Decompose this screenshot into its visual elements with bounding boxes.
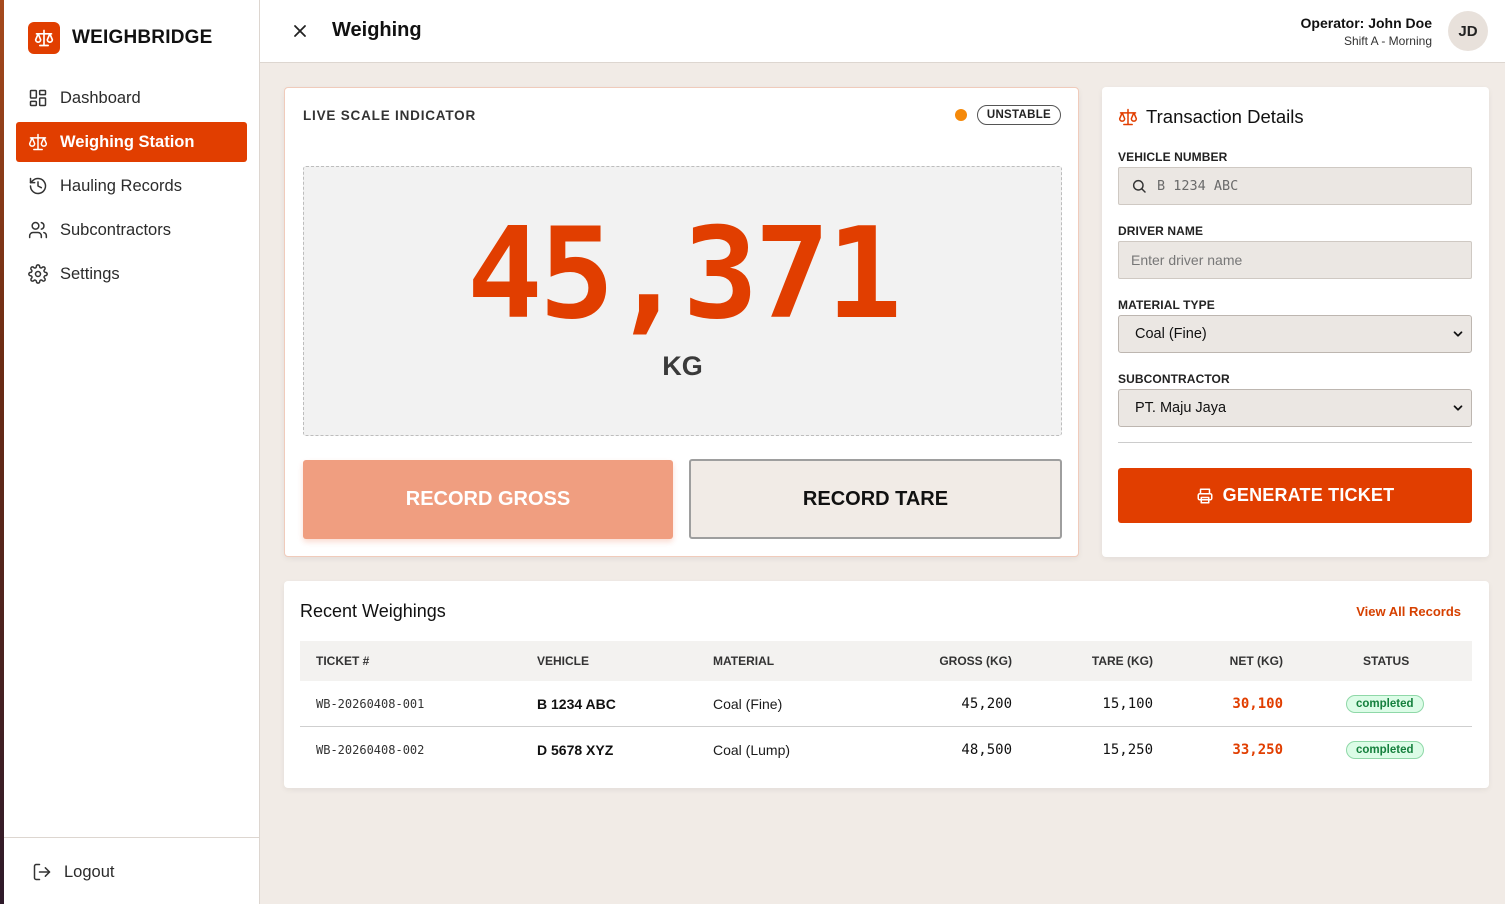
net-cell: 30,100 [1232,695,1283,712]
status-badge: UNSTABLE [976,105,1061,125]
scale-icon [1118,107,1138,127]
material-type-select[interactable]: Coal (Fine) [1118,315,1472,353]
avatar[interactable]: JD [1448,11,1488,51]
recent-weighings-card: Recent Weighings View All Records TICKET… [284,581,1489,788]
top-header: Weighing Operator: John Doe Shift A - Mo… [260,0,1505,63]
operator-info: Operator: John Doe Shift A - Morning [1301,15,1432,48]
operator-name: Operator: John Doe [1300,15,1432,31]
status-badge: completed [1346,741,1424,759]
column-header-gross[interactable]: GROSS (KG) [939,641,1012,681]
close-icon[interactable] [290,21,310,41]
sidebar-item-settings[interactable]: Settings [16,254,247,294]
logout-button[interactable]: Logout [32,862,114,882]
net-cell: 33,250 [1232,742,1283,758]
sidebar-item-label: Subcontractors [60,220,171,239]
material-type-label: MATERIAL TYPE [1118,298,1215,312]
weight-value: 45,371 [466,200,902,347]
ticket-cell: WB-20260408-001 [316,696,425,711]
scale-label: LIVE SCALE INDICATOR [303,108,477,123]
dashboard-icon [28,88,48,108]
driver-name-input[interactable]: Enter driver name [1118,241,1472,279]
transaction-details-card: Transaction Details VEHICLE NUMBER B 123… [1102,87,1489,557]
column-header-material[interactable]: MATERIAL [713,641,774,681]
users-icon [28,220,48,240]
sidebar-item-label: Dashboard [60,88,141,107]
gross-cell: 48,500 [961,742,1012,758]
subcontractor-label: SUBCONTRACTOR [1118,372,1230,386]
tare-cell: 15,250 [1102,742,1153,758]
material-cell: Coal (Lump) [713,742,791,758]
table-row[interactable]: WB-20260408-002 D 5678 XYZ Coal (Lump) 4… [300,727,1472,773]
weight-unit: KG [662,351,703,381]
sidebar: WEIGHBRIDGE Dashboard Weighing Station H… [4,0,260,904]
column-header-vehicle[interactable]: VEHICLE [537,641,589,681]
gross-cell: 45,200 [961,695,1012,712]
status-cell: completed [1346,681,1424,726]
transaction-title-text: Transaction Details [1146,106,1304,127]
status-dot-icon [954,109,967,121]
subcontractor-value: PT. Maju Jaya [1135,400,1227,416]
gear-icon [28,264,48,284]
vehicle-cell: D 5678 XYZ [537,742,614,758]
sidebar-item-weighing-station[interactable]: Weighing Station [16,122,247,162]
vehicle-number-input[interactable]: B 1234 ABC [1118,167,1472,205]
divider [1118,442,1472,443]
driver-name-placeholder: Enter driver name [1131,252,1243,268]
table-row[interactable]: WB-20260408-001 B 1234 ABC Coal (Fine) 4… [300,681,1472,727]
material-cell: Coal (Fine) [713,695,783,712]
logout-icon [32,862,52,882]
sidebar-item-hauling-records[interactable]: Hauling Records [16,166,247,206]
scale-status: UNSTABLE [954,105,1061,125]
generate-ticket-label: GENERATE TICKET [1222,485,1395,505]
page-title: Weighing [332,19,422,41]
record-tare-button[interactable]: RECORD TARE [689,459,1062,539]
column-header-status[interactable]: STATUS [1363,641,1409,681]
logout-label: Logout [64,862,115,881]
status-badge: completed [1346,694,1424,713]
vehicle-number-placeholder: B 1234 ABC [1157,178,1239,194]
operator-shift: Shift A - Morning [1343,34,1432,48]
sidebar-item-subcontractors[interactable]: Subcontractors [16,210,247,250]
column-header-ticket[interactable]: TICKET # [316,641,369,681]
ticket-cell: WB-20260408-002 [316,743,425,757]
view-all-records-link[interactable]: View All Records [1356,604,1461,619]
status-cell: completed [1346,727,1424,773]
printer-icon [1196,487,1214,505]
search-icon [1131,178,1147,194]
weight-readout: 45,371 KG [303,166,1062,436]
brand[interactable]: WEIGHBRIDGE [28,22,212,54]
generate-ticket-button[interactable]: GENERATE TICKET [1118,468,1472,523]
sidebar-item-dashboard[interactable]: Dashboard [16,78,247,118]
sidebar-nav: Dashboard Weighing Station Hauling Recor… [16,78,247,298]
chevron-down-icon [1451,327,1465,341]
subcontractor-select[interactable]: PT. Maju Jaya [1118,389,1472,427]
sidebar-item-label: Settings [60,264,120,283]
driver-name-label: DRIVER NAME [1118,224,1204,238]
table-header: TICKET # VEHICLE MATERIAL GROSS (KG) TAR… [300,641,1472,681]
vehicle-cell: B 1234 ABC [537,695,616,712]
scale-icon [28,22,60,54]
sidebar-footer: Logout [4,837,259,904]
recent-weighings-table: TICKET # VEHICLE MATERIAL GROSS (KG) TAR… [300,641,1472,773]
column-header-tare[interactable]: TARE (KG) [1092,641,1153,681]
live-scale-card: LIVE SCALE INDICATOR UNSTABLE 45,371 KG … [284,87,1079,557]
chevron-down-icon [1451,401,1465,415]
brand-name: WEIGHBRIDGE [72,27,213,48]
recent-weighings-title: Recent Weighings [300,601,446,621]
vehicle-number-label: VEHICLE NUMBER [1118,150,1228,164]
sidebar-item-label: Hauling Records [60,176,182,195]
tare-cell: 15,100 [1102,695,1153,712]
record-gross-button[interactable]: RECORD GROSS [303,460,673,539]
material-type-value: Coal (Fine) [1135,326,1207,342]
sidebar-item-label: Weighing Station [60,132,195,151]
transaction-title: Transaction Details [1118,106,1304,128]
column-header-net[interactable]: NET (KG) [1230,641,1283,681]
scale-icon [28,132,48,152]
history-icon [28,176,48,196]
